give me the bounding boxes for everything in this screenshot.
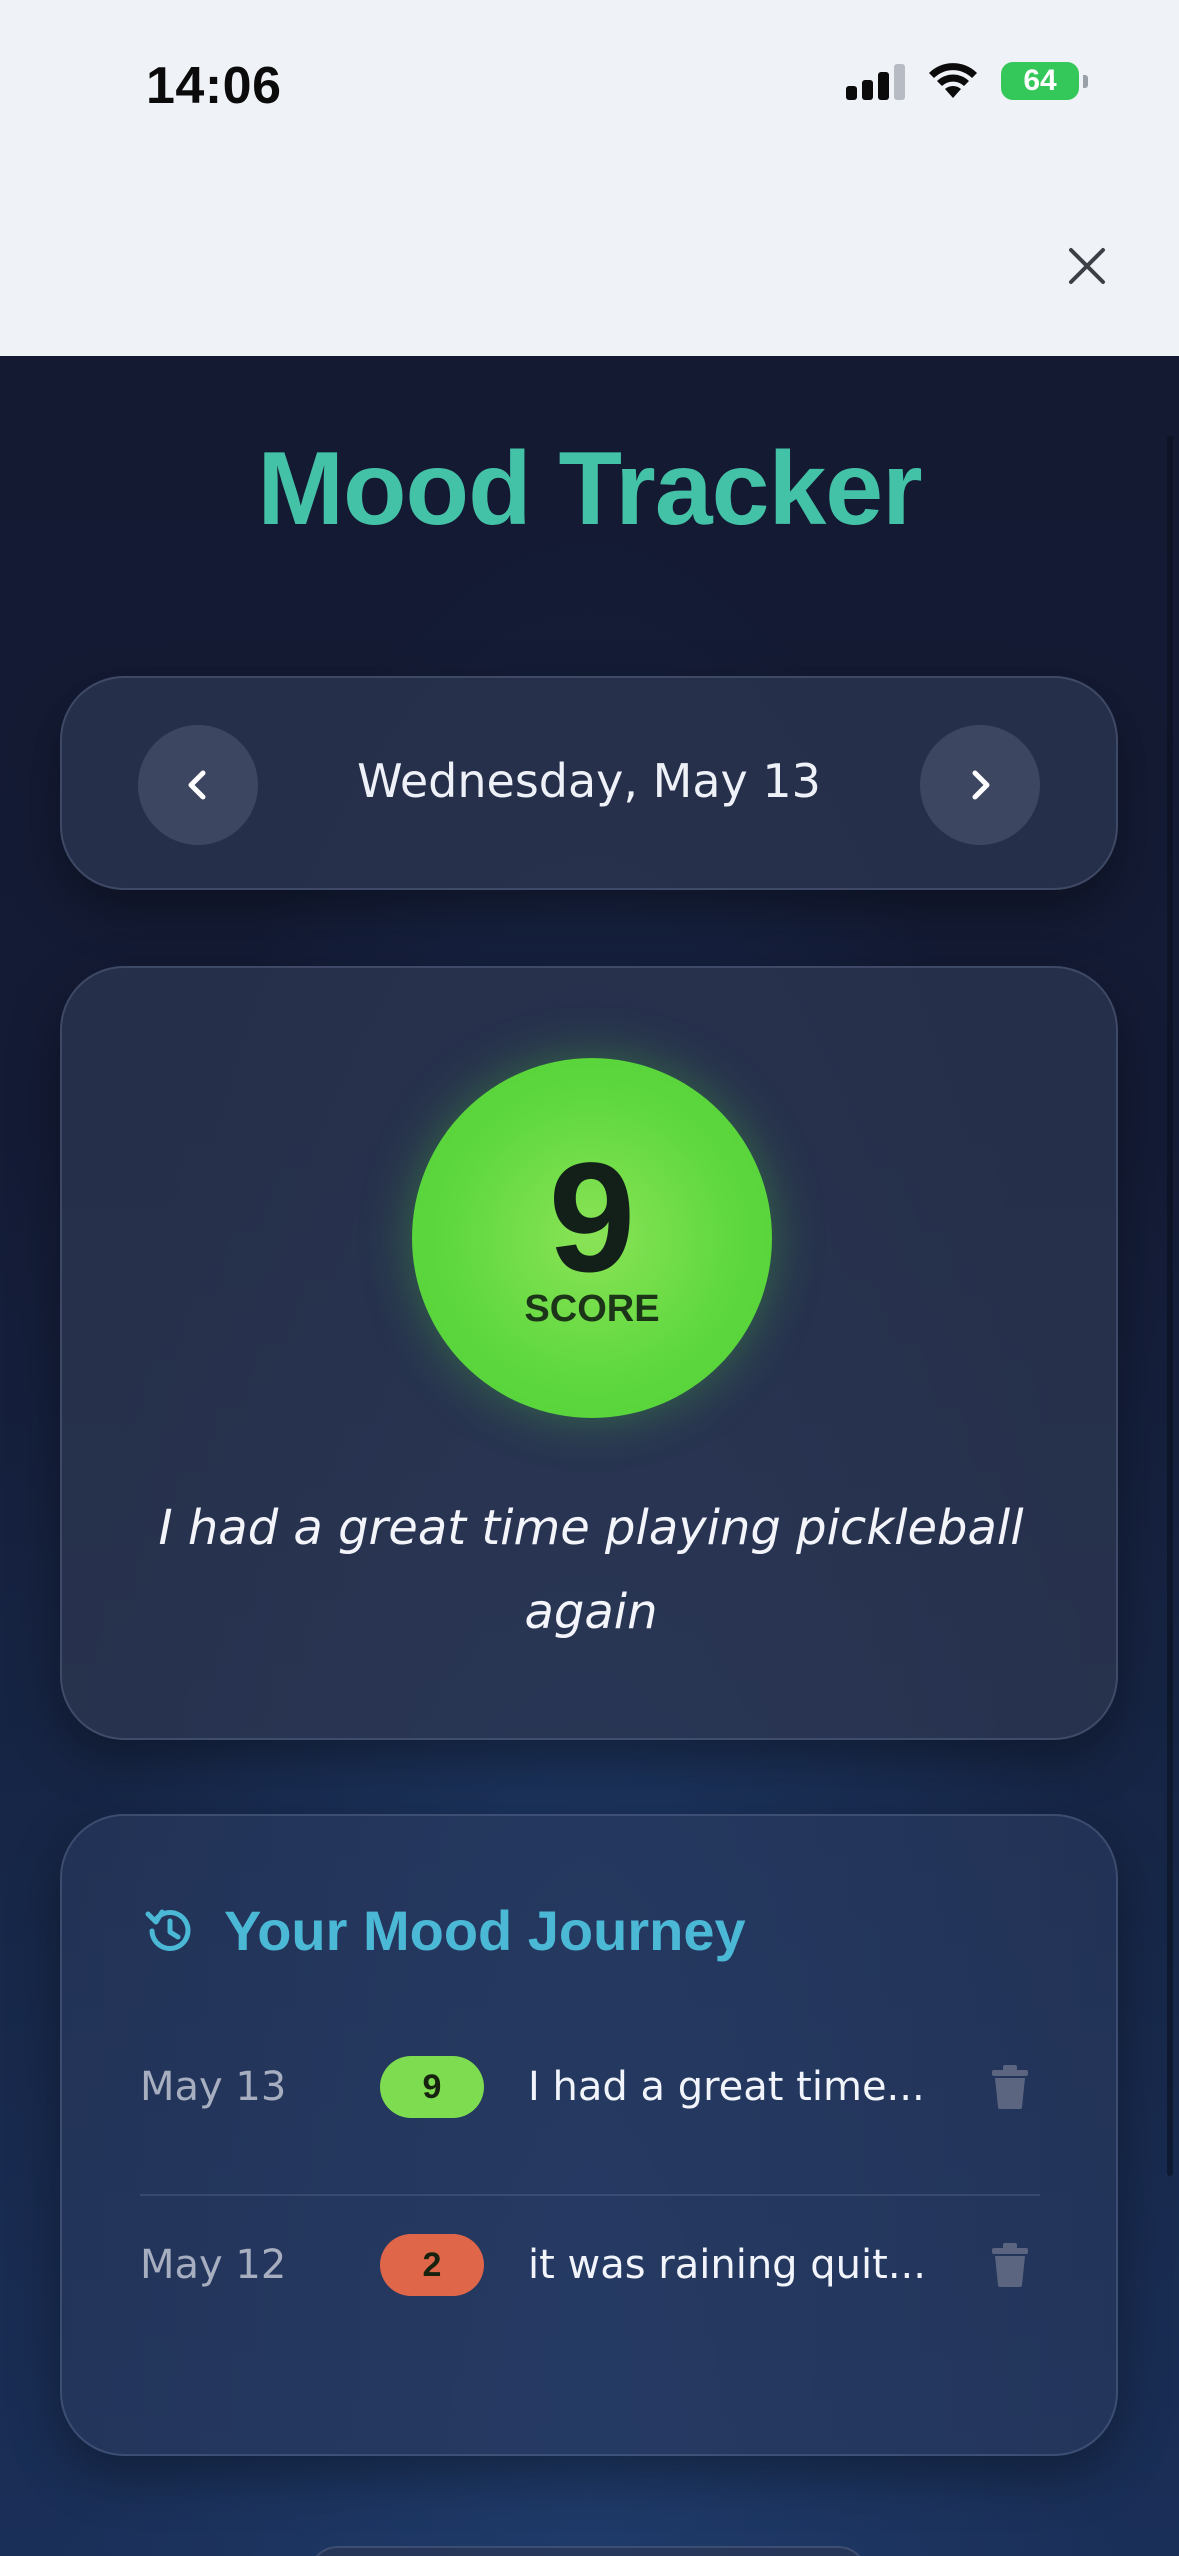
journey-entry[interactable]: May 12 2 it was raining quit...	[140, 2190, 1040, 2340]
journey-title: Your Mood Journey	[224, 1899, 746, 1962]
entry-score-badge: 2	[380, 2234, 484, 2296]
trash-icon	[992, 2065, 1028, 2109]
next-day-button[interactable]	[920, 725, 1040, 845]
entry-date: May 13	[140, 2064, 287, 2110]
trash-icon	[992, 2243, 1028, 2287]
score-value: 9	[548, 1131, 636, 1305]
close-icon	[1069, 248, 1105, 284]
entry-text: I had a great time...	[528, 2064, 925, 2110]
chevron-right-icon	[972, 770, 990, 800]
sheet-header: 14:06 64	[0, 0, 1179, 356]
battery-charging-icon: 64	[1001, 62, 1088, 100]
status-time: 14:06	[146, 57, 282, 115]
wifi-icon	[929, 63, 977, 98]
battery-level: 64	[1023, 64, 1057, 97]
delete-entry-button[interactable]	[980, 2057, 1040, 2117]
entry-date: May 12	[140, 2242, 287, 2288]
bottom-card-edge	[308, 2546, 868, 2556]
journey-header: Your Mood Journey	[140, 1898, 746, 1963]
scrollbar[interactable]	[1167, 436, 1173, 2176]
history-icon	[145, 1909, 191, 1951]
page-title: Mood Tracker	[257, 431, 922, 547]
mood-journey-card: Your Mood Journey May 13 9 I had a great…	[60, 1814, 1118, 2456]
mood-tracker-app[interactable]: Mood Tracker Wednesday, May 13 9 SCORE I…	[0, 356, 1179, 2556]
mood-entry-card: 9 SCORE I had a great time playing pickl…	[60, 966, 1118, 1740]
entry-text: it was raining quit...	[528, 2242, 926, 2288]
score-circle: 9 SCORE	[412, 1058, 772, 1418]
score-label: SCORE	[524, 1288, 660, 1330]
mood-note: I had a great time playing pickleball ag…	[158, 1500, 1024, 1640]
close-button[interactable]	[1057, 236, 1117, 296]
status-icons: 64	[846, 62, 1088, 100]
delete-entry-button[interactable]	[980, 2235, 1040, 2295]
cellular-signal-icon	[846, 62, 905, 100]
date-navigator: Wednesday, May 13	[60, 676, 1118, 890]
entry-score-badge: 9	[380, 2056, 484, 2118]
journey-entry[interactable]: May 13 9 I had a great time...	[140, 2012, 1040, 2162]
